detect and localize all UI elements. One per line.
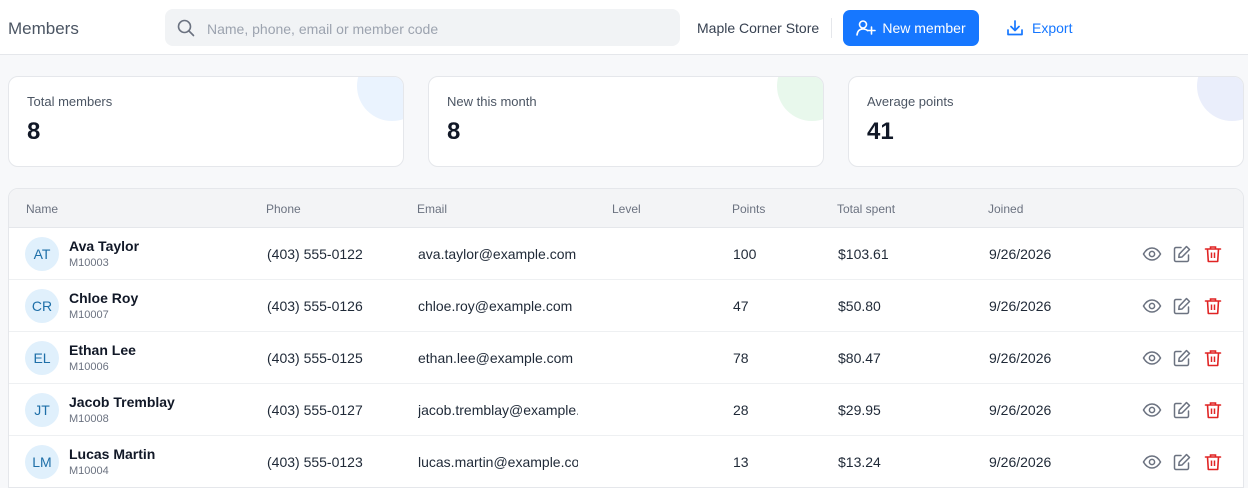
member-code: M10003 [69,257,109,269]
table-row[interactable]: EL Ethan Lee M10006 (403) 555-0125 ethan… [9,332,1243,384]
member-points: 13 [733,454,749,470]
avatar: CR [25,289,59,323]
eye-icon[interactable] [1142,244,1162,264]
member-email: ethan.lee@example.com [418,350,574,366]
member-email: chloe.roy@example.com [418,298,573,314]
member-email: lucas.martin@example.com [418,454,578,470]
stat-card-total-members: Total members 8 [8,76,404,167]
member-total-spent: $50.80 [838,298,881,314]
member-points: 47 [733,298,749,314]
trash-icon[interactable] [1203,296,1223,316]
member-total-spent: $29.95 [838,402,881,418]
member-code: M10007 [69,309,109,321]
column-header-total-spent[interactable]: Total spent [837,202,895,216]
top-bar: Members Maple Corner Store New member Ex… [0,0,1248,55]
stat-value: 41 [867,118,894,145]
card-decoration [1197,77,1243,121]
table-row[interactable]: AT Ava Taylor M10003 (403) 555-0122 ava.… [9,228,1243,280]
trash-icon[interactable] [1203,348,1223,368]
table-header: Name Phone Email Level Points Total spen… [9,189,1243,228]
search-icon [177,19,195,37]
eye-icon[interactable] [1142,400,1162,420]
trash-icon[interactable] [1203,452,1223,472]
avatar: LM [25,445,59,479]
stat-label: Total members [27,94,113,109]
member-phone: (403) 555-0126 [267,298,363,314]
member-total-spent: $80.47 [838,350,881,366]
members-table: Name Phone Email Level Points Total spen… [8,188,1244,488]
avatar: AT [25,237,59,271]
column-header-name[interactable]: Name [26,202,58,216]
column-header-email[interactable]: Email [417,202,447,216]
member-joined: 9/26/2026 [989,402,1052,418]
table-row[interactable]: CR Chloe Roy M10007 (403) 555-0126 chloe… [9,280,1243,332]
member-code: M10004 [69,465,109,477]
column-header-level[interactable]: Level [612,202,641,216]
edit-icon[interactable] [1172,400,1192,420]
member-joined: 9/26/2026 [989,454,1052,470]
stat-card-average-points: Average points 41 [848,76,1244,167]
trash-icon[interactable] [1203,244,1223,264]
stat-card-new-this-month: New this month 8 [428,76,824,167]
member-phone: (403) 555-0122 [267,246,363,262]
export-button[interactable]: Export [1000,10,1078,46]
card-decoration [777,77,823,121]
table-row[interactable]: JT Jacob Tremblay M10008 (403) 555-0127 … [9,384,1243,436]
member-email: jacob.tremblay@example.com [418,402,578,418]
member-name: Chloe Roy [69,290,139,306]
column-header-phone[interactable]: Phone [266,202,301,216]
column-header-points[interactable]: Points [732,202,765,216]
store-name: Maple Corner Store [697,20,820,36]
avatar: EL [25,341,59,375]
download-icon [1007,20,1023,36]
member-code: M10006 [69,361,109,373]
page-title: Members [8,19,79,38]
member-total-spent: $13.24 [838,454,881,470]
member-code: M10008 [69,413,109,425]
member-phone: (403) 555-0123 [267,454,363,470]
new-member-label: New member [882,20,966,36]
member-points: 78 [733,350,749,366]
member-total-spent: $103.61 [838,246,889,262]
eye-icon[interactable] [1142,296,1162,316]
divider [831,18,832,38]
stat-label: Average points [867,94,954,109]
export-label: Export [1032,20,1073,36]
member-name: Ava Taylor [69,238,140,254]
stat-label: New this month [447,94,537,109]
edit-icon[interactable] [1172,244,1192,264]
stat-value: 8 [27,118,41,145]
member-phone: (403) 555-0125 [267,350,363,366]
avatar: JT [25,393,59,427]
edit-icon[interactable] [1172,348,1192,368]
stat-value: 8 [447,118,461,145]
new-member-button[interactable]: New member [843,10,979,46]
member-name: Ethan Lee [69,342,136,358]
eye-icon[interactable] [1142,348,1162,368]
edit-icon[interactable] [1172,452,1192,472]
member-phone: (403) 555-0127 [267,402,363,418]
member-points: 28 [733,402,749,418]
table-row[interactable]: LM Lucas Martin M10004 (403) 555-0123 lu… [9,436,1243,487]
card-decoration [357,77,403,121]
member-name: Jacob Tremblay [69,394,175,410]
edit-icon[interactable] [1172,296,1192,316]
add-user-icon [856,20,877,36]
search-box[interactable] [165,9,680,48]
member-joined: 9/26/2026 [989,298,1052,314]
member-email: ava.taylor@example.com [418,246,577,262]
trash-icon[interactable] [1203,400,1223,420]
eye-icon[interactable] [1142,452,1162,472]
member-joined: 9/26/2026 [989,246,1052,262]
search-input[interactable] [205,9,669,48]
member-name: Lucas Martin [69,446,156,462]
member-joined: 9/26/2026 [989,350,1052,366]
member-points: 100 [733,246,757,262]
column-header-joined[interactable]: Joined [988,202,1023,216]
